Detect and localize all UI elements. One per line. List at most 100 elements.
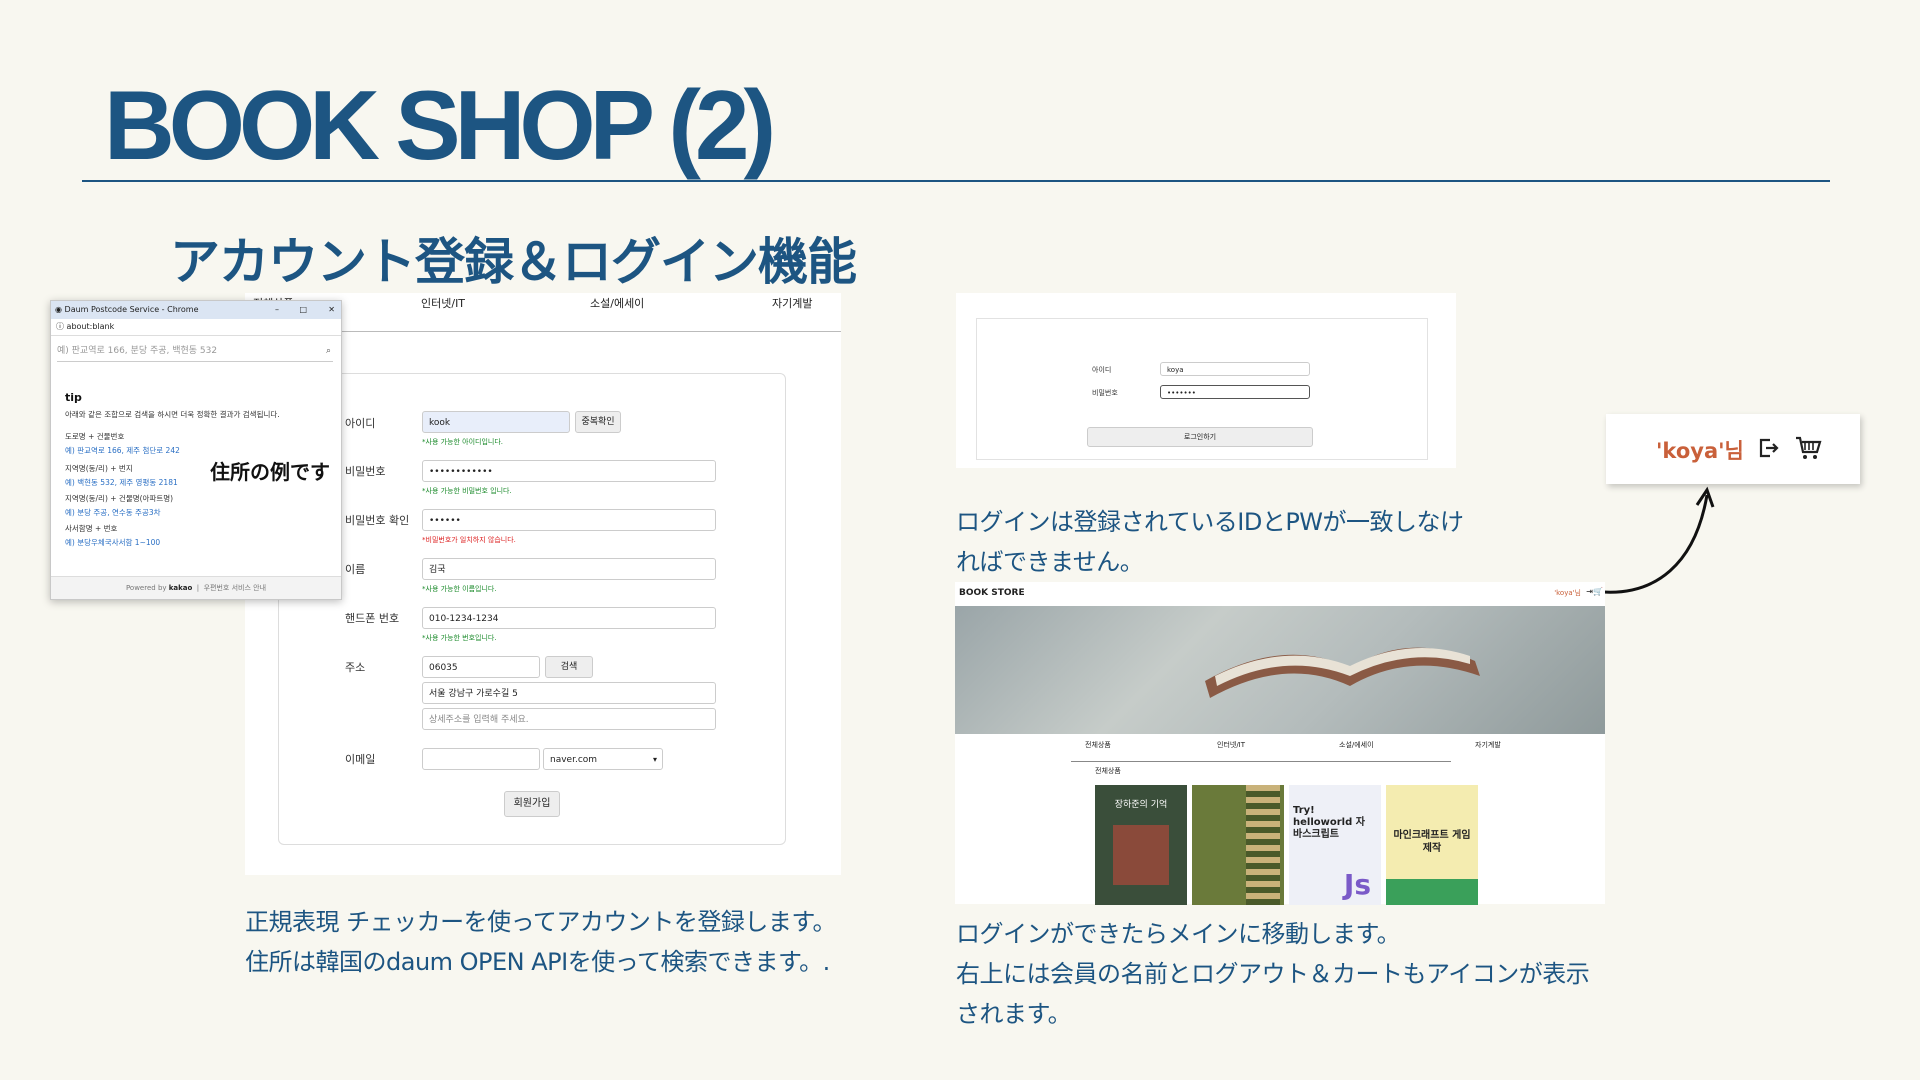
caption-signup: 正規表現 チェッカーを使ってアカウントを登録します。 住所は韓国のdaum OP… xyxy=(245,902,837,982)
popup-urlbar[interactable]: ⓘ about:blank xyxy=(51,319,341,336)
book-title: 마인크래프트 게임 제작 xyxy=(1393,830,1471,854)
popup-url: about:blank xyxy=(66,322,115,331)
cart-icon[interactable] xyxy=(1794,434,1822,462)
book-title: 장하준의 기억 xyxy=(1114,800,1168,810)
tip-example: 예) 분당 주공, 연수동 주공3차 xyxy=(65,508,161,517)
logout-icon[interactable]: ⇥ xyxy=(1586,587,1593,596)
name-input[interactable]: 김국 xyxy=(422,558,716,580)
signup-submit-button[interactable]: 회원가입 xyxy=(504,791,560,817)
search-icon[interactable]: ⌕ xyxy=(326,341,331,361)
postcode-search-input[interactable]: 예) 판교역로 166, 분당 주공, 백현동 532 ⌕ xyxy=(57,341,333,362)
login-id-input[interactable]: koya xyxy=(1160,362,1310,376)
title-divider xyxy=(82,180,1830,182)
tip-example: 예) 백현동 532, 제주 영평동 2181 xyxy=(65,478,178,487)
arrow-pointer xyxy=(1602,486,1715,594)
logout-icon[interactable] xyxy=(1756,436,1780,460)
user-name: 'koya'님 xyxy=(1656,439,1744,463)
chevron-down-icon: ▾ xyxy=(652,755,657,764)
id-input[interactable]: kook xyxy=(422,411,570,433)
menu-divider xyxy=(1071,761,1451,762)
caption-login: ログインは登録されているIDとPWが一致しなけ ればできません。 xyxy=(956,502,1464,582)
header-user-name: 'koya'님 xyxy=(1554,589,1581,597)
book-cover[interactable] xyxy=(1192,785,1284,905)
kakao-logo: kakao xyxy=(168,584,193,592)
pw-hint: *사용 가능한 비밀번호 입니다. xyxy=(422,487,512,495)
hero-banner xyxy=(955,606,1605,734)
menu-item[interactable]: 전체상품 xyxy=(1085,740,1111,750)
popup-titlebar: ◉ Daum Postcode Service - Chrome – □ ✕ xyxy=(51,301,341,319)
close-icon[interactable]: ✕ xyxy=(328,301,335,319)
login-screenshot: 아이디 koya 비밀번호 ••••••• 로그인하기 xyxy=(956,293,1456,468)
pw-input[interactable]: •••••••••••• xyxy=(422,460,716,482)
book-cover[interactable]: 마인크래프트 게임 제작 xyxy=(1386,785,1478,905)
address-detail-input[interactable]: 상세주소를 입력해 주세요. xyxy=(422,708,716,730)
powered-by: Powered by xyxy=(125,584,167,592)
pw-confirm-hint: *비밀번호가 일치하지 않습니다. xyxy=(422,536,516,544)
book-cover[interactable]: Try! helloworld 자바스크립트 Js xyxy=(1289,785,1381,905)
phone-input[interactable]: 010-1234-1234 xyxy=(422,607,716,629)
tip-head: 지역명(동/리) + 건물명(아파트명) xyxy=(65,494,174,503)
nav-item[interactable]: 인터넷/IT xyxy=(421,295,465,311)
slide-subtitle: アカウント登録＆ログイン機能 xyxy=(170,233,857,291)
pw-confirm-input[interactable]: •••••• xyxy=(422,509,716,531)
email-input[interactable] xyxy=(422,748,540,770)
slide-title: BOOK SHOP (2) xyxy=(104,70,776,180)
user-badge-zoom: 'koya'님 xyxy=(1606,414,1860,484)
zipcode-input[interactable]: 06035 xyxy=(422,656,540,678)
id-label: 아이디 xyxy=(345,417,376,430)
book-photo xyxy=(1205,647,1480,698)
tip-example: 예) 판교역로 166, 제주 첨단로 242 xyxy=(65,446,180,455)
address-input[interactable]: 서울 강남구 가로수길 5 xyxy=(422,682,716,704)
login-button[interactable]: 로그인하기 xyxy=(1087,427,1313,447)
search-placeholder: 예) 판교역로 166, 분당 주공, 백현동 532 xyxy=(57,346,218,356)
popup-footer: Powered by kakao | 우편번호 서비스 안내 xyxy=(51,576,341,599)
pw-label: 비밀번호 xyxy=(345,465,386,478)
book-illustration xyxy=(1246,785,1280,905)
address-search-button[interactable]: 검색 xyxy=(545,656,593,678)
caption-line: 正規表現 チェッカーを使ってアカウントを登録します。 xyxy=(245,908,837,936)
tip-head: 지역명(동/리) + 번지 xyxy=(65,464,133,473)
address-example-note: 住所の例です xyxy=(210,460,330,484)
service-info-link[interactable]: 우편번호 서비스 안내 xyxy=(204,584,266,592)
chrome-icon: ◉ xyxy=(55,305,62,314)
nav-item[interactable]: 자기계발 xyxy=(772,295,812,311)
login-pw-label: 비밀번호 xyxy=(1092,389,1118,397)
nav-item[interactable]: 소설/에세이 xyxy=(590,295,644,311)
tip-head: 사서함명 + 번호 xyxy=(65,524,118,533)
tip-example: 예) 분당우체국사서함 1~100 xyxy=(65,538,161,547)
tip-head: 도로명 + 건물번호 xyxy=(65,432,125,441)
book-title: Try! helloworld 자바스크립트 xyxy=(1293,805,1365,840)
cart-icon[interactable]: 🛒 xyxy=(1593,587,1603,596)
caption-main: ログインができたらメインに移動します。 右上には会員の名前とログアウト＆カートも… xyxy=(956,914,1590,1034)
section-title: 전체상품 xyxy=(1095,767,1121,775)
brand-logo[interactable]: BOOK STORE xyxy=(959,588,1025,598)
minimize-icon[interactable]: – xyxy=(275,301,279,319)
phone-label: 핸드폰 번호 xyxy=(345,612,400,625)
caption-line: 住所は韓国のdaum OPEN APIを使って検索できます。. xyxy=(245,948,830,976)
info-icon: ⓘ xyxy=(56,322,64,331)
menu-item[interactable]: 소설/에세이 xyxy=(1339,740,1374,750)
menu-item[interactable]: 인터넷/IT xyxy=(1217,740,1245,750)
login-pw-input[interactable]: ••••••• xyxy=(1160,385,1310,399)
address-label: 주소 xyxy=(345,661,366,674)
menu-item[interactable]: 자기계발 xyxy=(1475,740,1501,750)
tip-desc: 아래와 같은 조합으로 검색을 하시면 더욱 정확한 결과가 검색됩니다. xyxy=(65,410,280,419)
caption-line: ログインは登録されているIDとPWが一致しなけ xyxy=(956,508,1464,536)
main-page-screenshot: BOOK STORE 'koya'님 ⇥ 🛒 전체상품 인터넷/IT 소설/에세… xyxy=(955,582,1605,905)
maximize-icon[interactable]: □ xyxy=(299,301,307,319)
book-cover[interactable]: 장하준의 기억 xyxy=(1095,785,1187,905)
login-id-label: 아이디 xyxy=(1092,366,1112,374)
email-label: 이메일 xyxy=(345,753,376,766)
book-illustration xyxy=(1113,825,1169,885)
duplicate-check-button[interactable]: 중복확인 xyxy=(575,411,621,433)
tip-title: tip xyxy=(65,391,82,404)
id-hint: *사용 가능한 아이디입니다. xyxy=(422,438,504,446)
email-domain-select[interactable]: naver.com ▾ xyxy=(543,748,663,770)
phone-hint: *사용 가능한 번호입니다. xyxy=(422,634,497,642)
caption-line: ログインができたらメインに移動します。 xyxy=(956,920,1401,948)
name-hint: *사용 가능한 이름입니다. xyxy=(422,585,497,593)
caption-line: 右上には会員の名前とログアウト＆カートもアイコンが表示 xyxy=(956,960,1590,988)
postcode-popup: ◉ Daum Postcode Service - Chrome – □ ✕ ⓘ… xyxy=(50,300,342,600)
popup-window-title: Daum Postcode Service - Chrome xyxy=(64,305,199,314)
caption-line: されます。 xyxy=(956,1000,1072,1028)
